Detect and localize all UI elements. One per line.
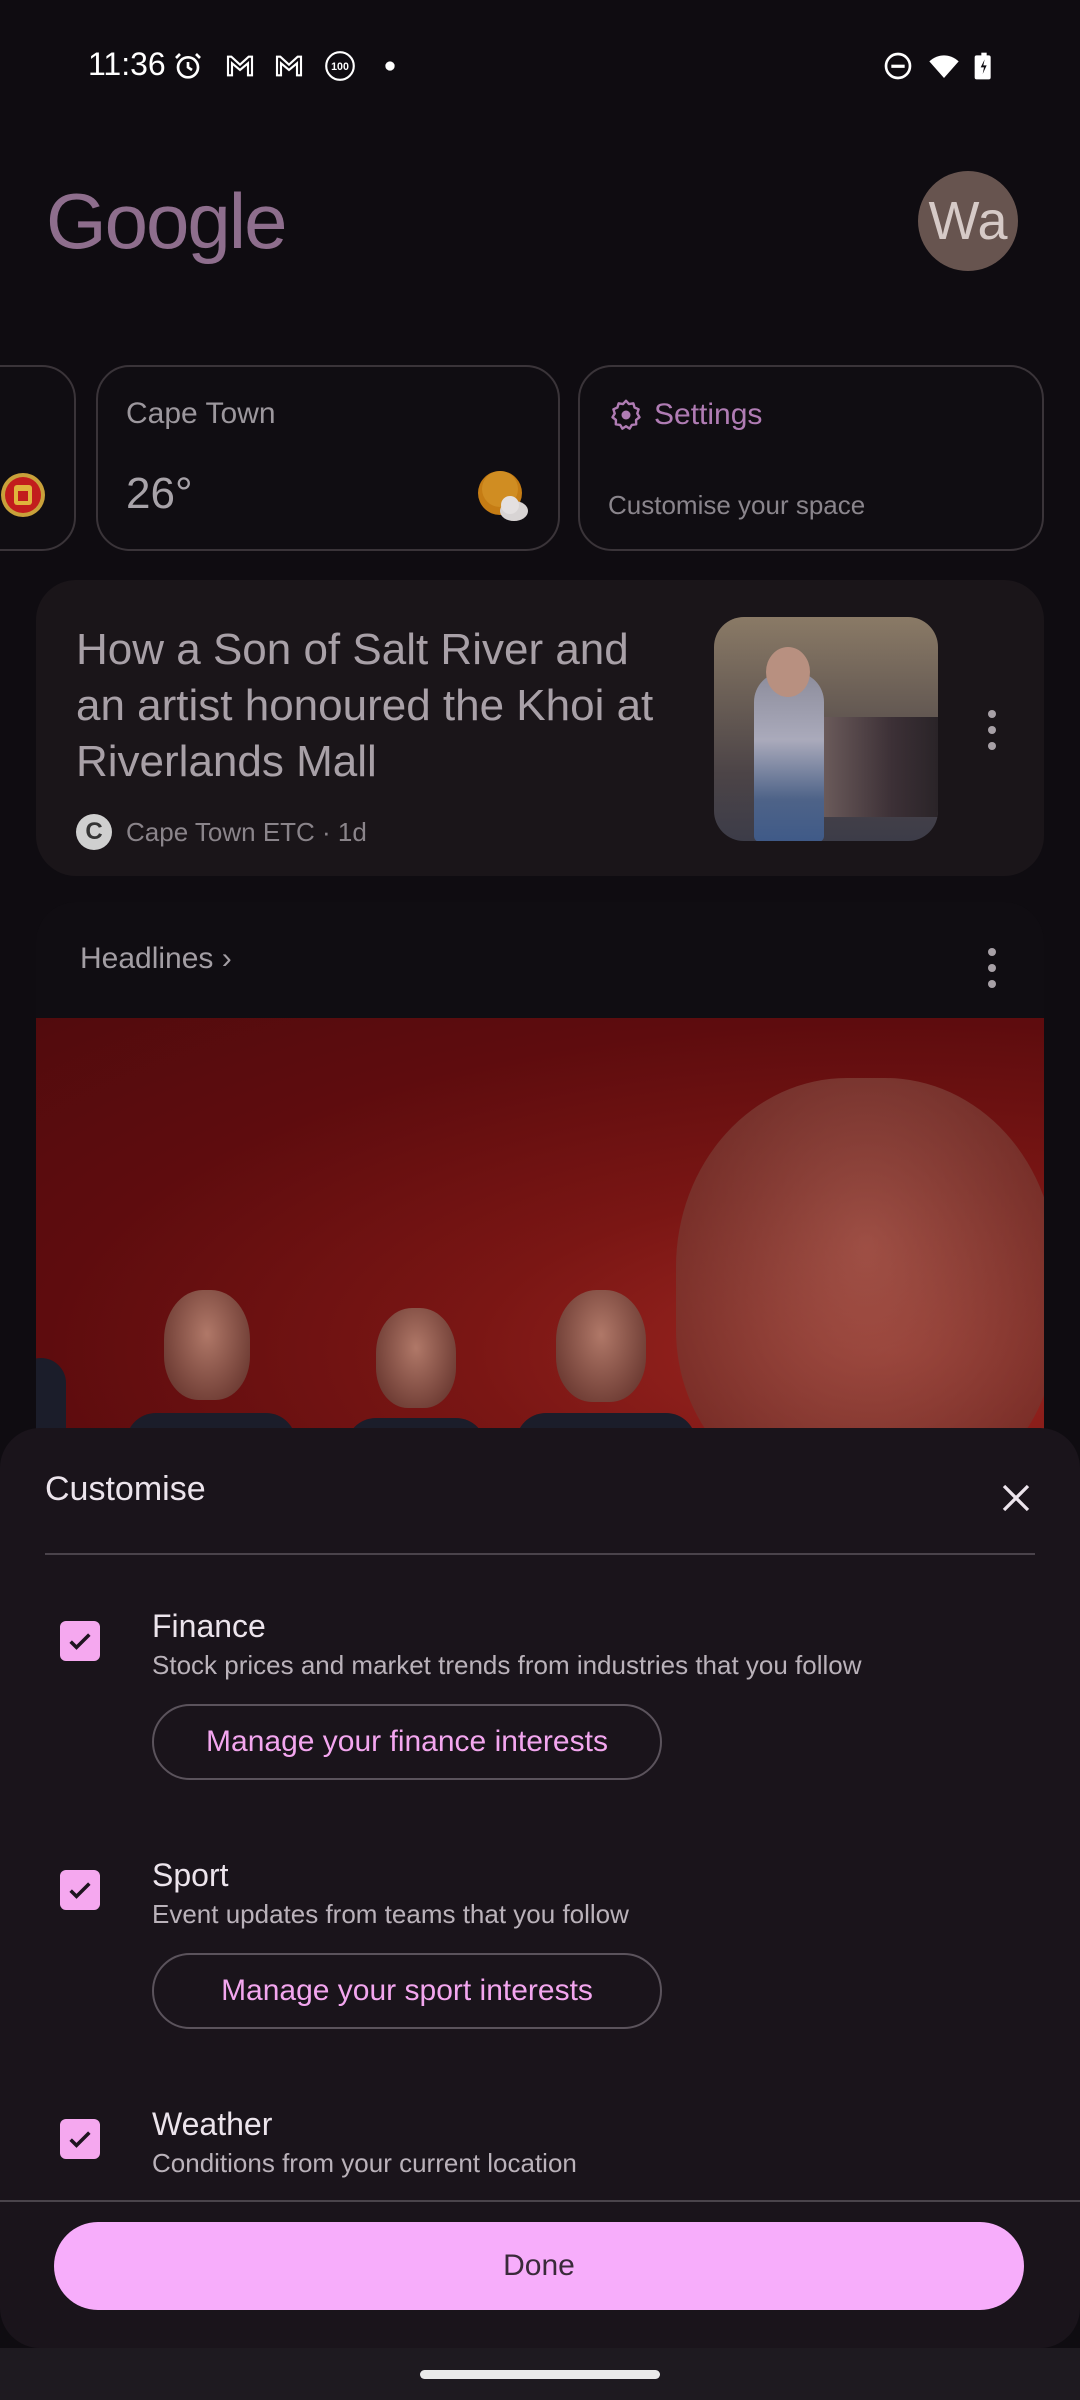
weather-temperature: 26° [126, 469, 193, 518]
status-time: 11:36 [88, 46, 166, 82]
divider [0, 2200, 1080, 2202]
image-face [376, 1308, 456, 1408]
settings-label: Settings [654, 398, 763, 431]
image-face [556, 1290, 646, 1402]
divider [45, 1553, 1035, 1555]
home-gesture-handle[interactable] [420, 2370, 660, 2379]
customise-sheet: Customise Finance Stock prices and marke… [0, 1428, 1080, 2348]
score-100-icon: 100 [322, 48, 358, 84]
article-title: How a Son of Salt River and an artist ho… [76, 625, 654, 786]
manage-finance-interests-button[interactable]: Manage your finance interests [152, 1704, 662, 1780]
gmail-icon [224, 50, 256, 82]
check-icon [69, 1633, 91, 1650]
partly-cloudy-icon [478, 471, 528, 521]
gear-icon [611, 399, 641, 430]
option-title: Weather [152, 2106, 273, 2142]
thumbnail-person [754, 672, 824, 841]
settings-subtitle: Customise your space [608, 490, 866, 520]
check-icon [69, 2131, 91, 2148]
source-logo-icon: C [76, 814, 112, 850]
sport-chip[interactable] [0, 365, 76, 551]
option-description: Event updates from teams that you follow [152, 1899, 629, 1929]
alarm-icon [172, 50, 204, 82]
wifi-icon [928, 50, 960, 82]
option-description: Stock prices and market trends from indu… [152, 1650, 862, 1680]
settings-chip[interactable]: Settings Customise your space [578, 365, 1044, 551]
done-button[interactable]: Done [54, 2222, 1024, 2310]
finance-checkbox[interactable] [60, 1621, 100, 1661]
manchester-united-crest-icon [1, 473, 45, 517]
headlines-header: Headlines › [36, 902, 1044, 1018]
headlines-card[interactable]: Headlines › [36, 902, 1044, 1462]
account-avatar[interactable]: Wa [918, 171, 1018, 271]
weather-checkbox[interactable] [60, 2119, 100, 2159]
option-title: Sport [152, 1857, 229, 1893]
svg-text:100: 100 [331, 61, 349, 73]
settings-row: Settings [608, 397, 762, 433]
image-face [164, 1290, 250, 1400]
check-icon [69, 1882, 91, 1899]
close-button[interactable] [990, 1472, 1042, 1524]
thumbnail-head [766, 647, 810, 697]
article-meta: C Cape Town ETC · 1d [76, 814, 367, 850]
headlines-more-options-icon[interactable] [986, 948, 998, 988]
battery-charging-icon [968, 50, 1000, 82]
do-not-disturb-icon [882, 50, 914, 82]
thumbnail-crowd [824, 717, 938, 817]
article-more-options-icon[interactable] [986, 710, 998, 750]
article-source: Cape Town ETC · 1d [126, 816, 367, 847]
article-card[interactable]: How a Son of Salt River and an artist ho… [36, 580, 1044, 876]
weather-chip[interactable]: Cape Town 26° [96, 365, 560, 551]
headlines-image[interactable] [36, 1018, 1044, 1462]
option-title: Finance [152, 1608, 266, 1644]
screen: 11:36 100 Google Wa Cape Town 26° Settin… [0, 0, 1080, 2400]
close-icon [1002, 1484, 1030, 1512]
google-logo: Google [46, 177, 288, 265]
image-large-face [676, 1078, 1044, 1462]
option-description: Conditions from your current location [152, 2148, 577, 2178]
headlines-link[interactable]: Headlines › [80, 942, 232, 976]
sheet-title: Customise [45, 1470, 206, 1508]
weather-city: Cape Town [126, 397, 276, 430]
notification-dot-icon [374, 50, 406, 82]
article-thumbnail [714, 617, 938, 841]
sport-checkbox[interactable] [60, 1870, 100, 1910]
gmail-icon [273, 50, 305, 82]
status-bar: 11:36 100 [0, 0, 1080, 130]
manage-sport-interests-button[interactable]: Manage your sport interests [152, 1953, 662, 2029]
